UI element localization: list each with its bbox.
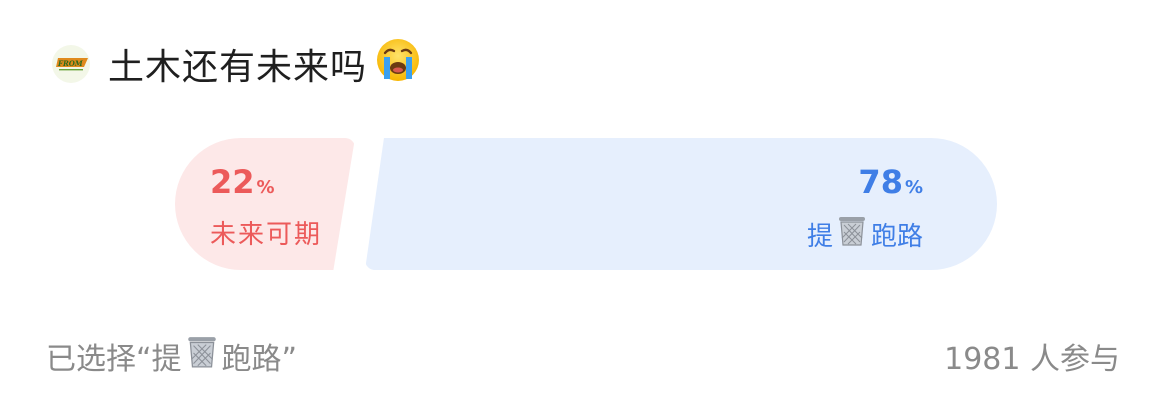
option-future-percent: 22% [210, 164, 275, 206]
participant-count: 1981 人参与 [944, 342, 1120, 377]
option-run-label-before: 提 [806, 222, 833, 252]
poll-title: 土木还有未来吗 [108, 37, 421, 92]
option-run-percent-value: 78 [858, 163, 903, 201]
option-run-percent: 78% [858, 164, 923, 206]
wastebasket-icon [184, 334, 220, 378]
selection-suffix: 跑路” [221, 342, 298, 377]
option-future-percent-value: 22 [210, 163, 255, 201]
avatar-logo: FROM [56, 58, 88, 71]
avatar[interactable]: FROM [52, 45, 90, 83]
option-run-label-after: 跑路 [870, 222, 923, 252]
option-run-label: 提 跑路 [807, 214, 923, 255]
poll-options: 22% 未来可期 78% 提 跑路 [175, 138, 997, 270]
poll-title-text: 土木还有未来吗 [108, 47, 368, 88]
poll-header: FROM 土木还有未来吗 [52, 38, 421, 88]
avatar-text: FROM [57, 59, 83, 68]
option-future-percent-unit: % [256, 177, 275, 198]
selection-prefix: 已选择“提 [46, 342, 182, 377]
option-future-label: 未来可期 [210, 220, 323, 250]
wastebasket-icon [835, 214, 869, 255]
selection-status: 已选择“提 跑路” [46, 334, 297, 378]
option-run-percent-unit: % [904, 177, 923, 198]
crying-face-icon [375, 37, 421, 92]
